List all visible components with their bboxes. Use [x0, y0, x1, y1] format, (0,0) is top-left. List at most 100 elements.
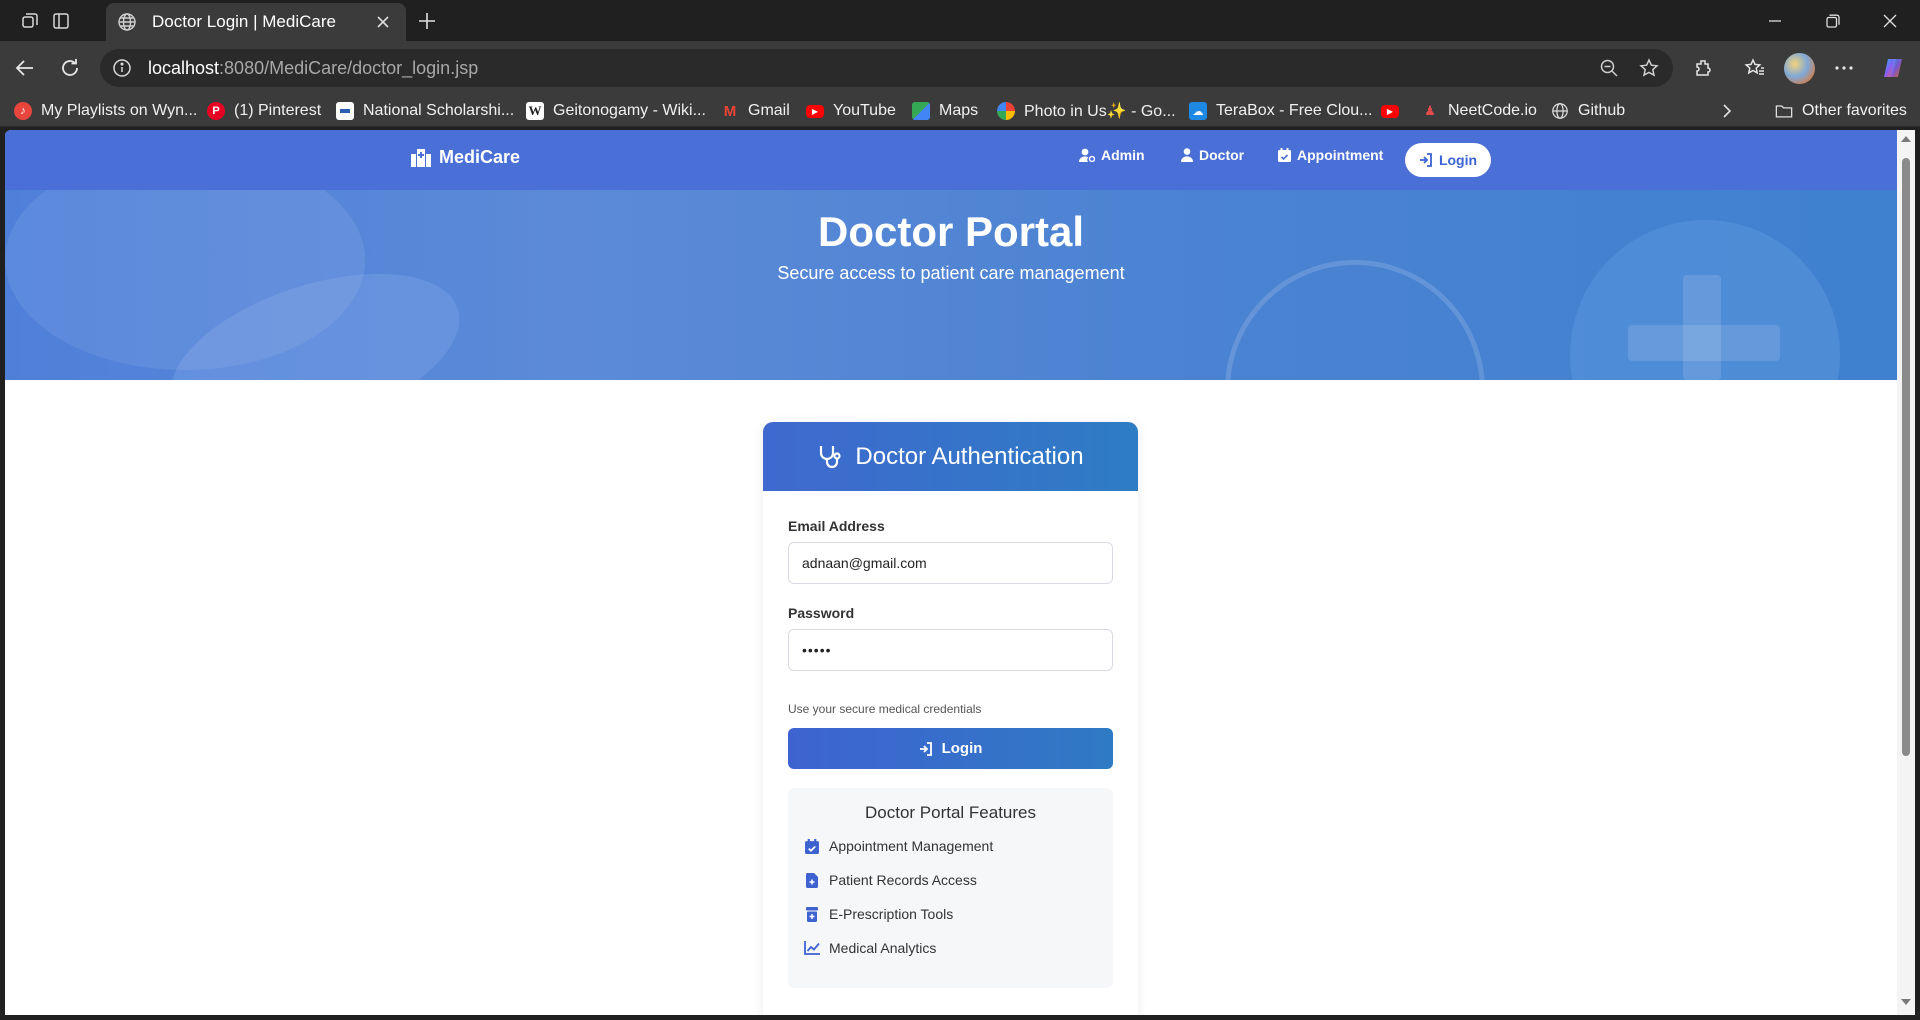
- restore-icon[interactable]: [1803, 0, 1863, 41]
- other-favorites-label: Other favorites: [1802, 102, 1907, 119]
- workspaces-icon[interactable]: [17, 8, 43, 34]
- feature-item: Patient Records Access: [804, 872, 977, 888]
- close-window-icon[interactable]: [1860, 0, 1920, 41]
- zoom-out-icon[interactable]: [1597, 56, 1621, 80]
- minimize-icon[interactable]: [1745, 0, 1805, 41]
- site-info-icon[interactable]: [110, 56, 134, 80]
- feature-label: Appointment Management: [829, 838, 994, 854]
- card-header: Doctor Authentication: [763, 422, 1138, 491]
- youtube-icon: ▶: [1381, 104, 1399, 118]
- bookmark-label: Photo in Us✨ - Go...: [1024, 103, 1176, 120]
- features-panel: Doctor Portal Features Appointment Manag…: [788, 788, 1113, 988]
- brand-logo[interactable]: MediCare: [411, 147, 520, 168]
- bookmark-item[interactable]: P (1) Pinterest: [207, 98, 321, 124]
- neetcode-icon: ♟: [1424, 103, 1436, 118]
- active-tab[interactable]: Doctor Login | MediCare: [106, 3, 406, 41]
- wikipedia-icon: W: [526, 102, 544, 120]
- sign-in-icon: [1419, 153, 1433, 167]
- folder-icon: [1775, 102, 1793, 120]
- globe-icon: [114, 9, 140, 35]
- login-button[interactable]: Login: [788, 728, 1113, 769]
- bookmarks-overflow-chevron-icon[interactable]: [1720, 98, 1734, 124]
- browser-tab-bar: Doctor Login | MediCare: [0, 0, 1920, 41]
- features-title: Doctor Portal Features: [864, 803, 1036, 822]
- google-photos-icon: [997, 102, 1015, 120]
- hero-title: Doctor Portal: [817, 208, 1085, 255]
- close-tab-icon[interactable]: [372, 11, 394, 33]
- refresh-icon[interactable]: [55, 53, 85, 83]
- bookmark-label: TeraBox - Free Clou...: [1216, 102, 1373, 119]
- address-bar[interactable]: localhost:8080/MediCare/doctor_login.jsp: [100, 49, 1673, 87]
- card-title: Doctor Authentication: [855, 442, 1084, 470]
- bookmark-item[interactable]: ☁ TeraBox - Free Clou...: [1189, 98, 1373, 124]
- email-field[interactable]: adnaan@gmail.com: [788, 542, 1113, 584]
- bookmark-item[interactable]: Photo in Us✨ - Go...: [997, 98, 1176, 124]
- bookmark-item[interactable]: Github: [1551, 98, 1625, 124]
- feature-item: E-Prescription Tools: [804, 906, 953, 922]
- more-options-icon[interactable]: [1829, 53, 1859, 83]
- extensions-icon[interactable]: [1689, 53, 1719, 83]
- favorite-star-icon[interactable]: [1637, 56, 1661, 80]
- email-label: Email Address: [788, 518, 885, 534]
- nav-login-label: Login: [1438, 152, 1478, 168]
- prescription-bottle-icon: [804, 906, 820, 922]
- hero-subtitle: Secure access to patient care management: [777, 263, 1125, 283]
- other-favorites[interactable]: Other favorites: [1775, 98, 1907, 124]
- browser-toolbar: localhost:8080/MediCare/doctor_login.jsp: [0, 41, 1920, 95]
- youtube-icon: ▶: [806, 104, 824, 118]
- bookmark-item[interactable]: ♟ NeetCode.io: [1421, 98, 1537, 124]
- bookmark-label: My Playlists on Wyn...: [41, 102, 198, 119]
- bookmark-label: NeetCode.io: [1448, 102, 1537, 119]
- password-field[interactable]: •••••: [788, 629, 1113, 671]
- login-card: Doctor Authentication Email Address adna…: [763, 422, 1138, 1015]
- calendar-check-icon: [1278, 148, 1291, 162]
- url-path: :8080/MediCare/doctor_login.jsp: [219, 57, 479, 78]
- nav-admin[interactable]: Admin: [1079, 147, 1145, 163]
- bookmark-label: Maps: [939, 102, 979, 119]
- credentials-hint: Use your secure medical credentials: [788, 702, 982, 716]
- url-text: localhost:8080/MediCare/doctor_login.jsp: [148, 58, 478, 79]
- nav-appointment-label: Appointment: [1297, 147, 1384, 163]
- tab-title: Doctor Login | MediCare: [152, 12, 336, 31]
- page-scrollbar[interactable]: [1897, 130, 1915, 1015]
- nav-doctor[interactable]: Doctor: [1181, 147, 1244, 163]
- hero-banner: Doctor Portal Secure access to patient c…: [5, 190, 1897, 380]
- nav-login-button[interactable]: Login: [1405, 143, 1491, 177]
- bookmark-label: (1) Pinterest: [234, 102, 322, 119]
- login-button-label: Login: [941, 740, 983, 757]
- sign-in-icon: [919, 741, 933, 756]
- terabox-icon: ☁: [1189, 102, 1207, 120]
- bookmark-item[interactable]: ▶ YouTube: [806, 98, 896, 124]
- maps-icon: [912, 102, 930, 120]
- scrollbar-thumb[interactable]: [1902, 158, 1910, 756]
- medical-cross-decoration: [1628, 325, 1780, 361]
- vertical-tabs-icon[interactable]: [48, 8, 74, 34]
- globe-icon: [1551, 102, 1569, 120]
- nav-appointment[interactable]: Appointment: [1278, 147, 1383, 163]
- bookmark-label: Geitonogamy - Wiki...: [553, 102, 706, 119]
- bookmark-item[interactable]: ▶: [1381, 98, 1408, 124]
- feature-label: Medical Analytics: [829, 940, 937, 956]
- site-navbar: MediCare Admin Doctor Appointment Login: [5, 130, 1897, 190]
- copilot-icon[interactable]: [1878, 53, 1908, 83]
- back-icon[interactable]: [10, 53, 40, 83]
- calendar-check-icon: [804, 838, 820, 854]
- profile-avatar[interactable]: [1784, 53, 1815, 84]
- feature-label: Patient Records Access: [829, 872, 977, 888]
- favorites-icon[interactable]: [1740, 53, 1770, 83]
- feature-label: E-Prescription Tools: [829, 906, 954, 922]
- bookmark-item[interactable]: M Gmail: [721, 98, 790, 124]
- scroll-up-arrow-icon[interactable]: [1901, 136, 1911, 142]
- bookmark-item[interactable]: ♪ My Playlists on Wyn...: [14, 98, 197, 124]
- gmail-icon: M: [723, 102, 737, 120]
- user-cog-icon: [1079, 148, 1095, 162]
- bookmark-item[interactable]: National Scholarshi...: [336, 98, 514, 124]
- bookmark-label: National Scholarshi...: [363, 102, 515, 119]
- bookmark-item[interactable]: W Geitonogamy - Wiki...: [526, 98, 706, 124]
- bookmark-item[interactable]: Maps: [912, 98, 978, 124]
- bookmark-label: Github: [1578, 102, 1626, 119]
- stethoscope-icon: [817, 444, 843, 470]
- password-label: Password: [788, 605, 855, 621]
- new-tab-icon[interactable]: [412, 6, 442, 36]
- scroll-down-arrow-icon[interactable]: [1901, 999, 1911, 1005]
